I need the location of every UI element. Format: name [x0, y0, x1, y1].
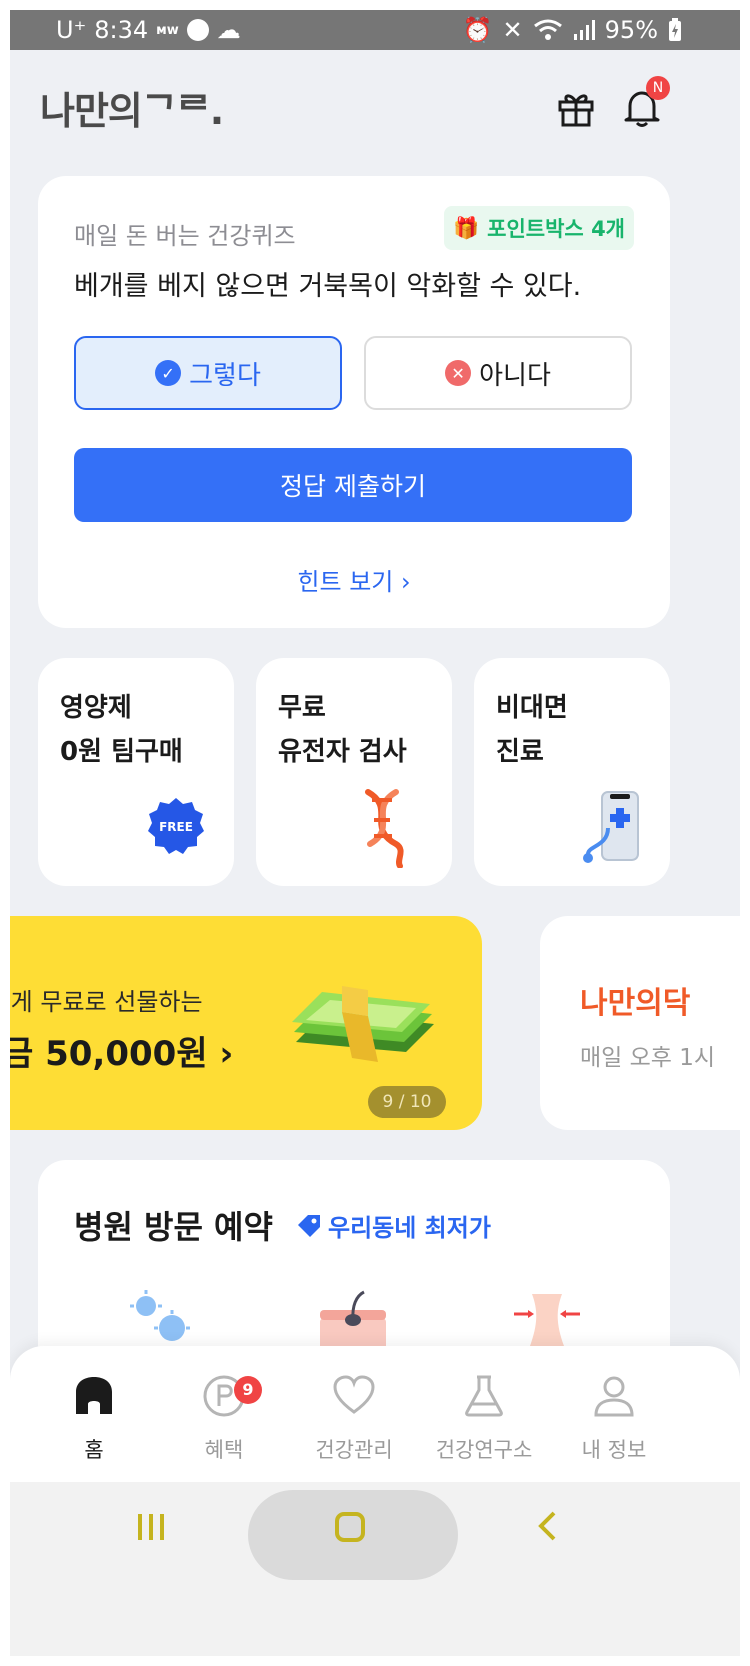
cloud-icon: ☁ — [216, 16, 241, 44]
point-box-label: 포인트박스 4개 — [487, 217, 625, 241]
heart-icon — [333, 1375, 375, 1414]
banner-subtitle: l게 무료로 선물하는 — [10, 988, 203, 1016]
nav-my-info-label: 내 정보 — [581, 1438, 647, 1462]
hint-link[interactable]: 힌트 보기 › — [38, 562, 670, 597]
banner2-subtitle: 매일 오후 1시 — [580, 1045, 716, 1071]
nav-my-info[interactable]: 내 정보 — [554, 1374, 674, 1464]
quiz-question: 베개를 베지 않으면 거북목이 악화할 수 있다. — [74, 271, 582, 302]
x-circle-icon: ✕ — [445, 360, 472, 386]
signal-icon — [573, 20, 595, 40]
recent-apps-icon[interactable] — [136, 1512, 166, 1542]
bottom-navigation: 홈 9 혜택 건강관리 건강연구소 내 정보 — [10, 1346, 740, 1482]
feature-title-line2: 진료 — [496, 737, 544, 767]
submit-answer-button[interactable]: 정답 제출하기 — [74, 448, 632, 522]
battery-icon — [669, 18, 681, 41]
promo-banner[interactable]: l게 무료로 선물하는 금 50,000원 › 9 / 10 — [10, 916, 482, 1130]
notification-badge: N — [646, 76, 670, 100]
dna-icon — [365, 789, 404, 868]
notification-dot-icon — [186, 19, 209, 41]
banner-title: 금 50,000원 › — [10, 1034, 234, 1074]
feature-card-supplements[interactable]: 영양제 0원 팀구매 FREE — [38, 658, 234, 886]
answer-yes-button[interactable]: ✓ 그렇다 — [74, 336, 342, 410]
gift-box-icon: 🎁 — [453, 215, 480, 240]
mute-icon: ✕ — [502, 16, 523, 44]
wifi-icon — [533, 19, 562, 40]
nav-home-label: 홈 — [84, 1438, 104, 1462]
home-button-icon[interactable] — [334, 1512, 366, 1542]
feature-title-line2: 0원 팀구매 — [60, 737, 183, 767]
nav-health-label: 건강관리 — [315, 1438, 393, 1462]
user-icon — [594, 1376, 634, 1417]
hospital-booking-title: 병원 방문 예약 — [74, 1208, 273, 1246]
price-tag-icon — [298, 1214, 320, 1237]
feature-card-genetic-test[interactable]: 무료 유전자 검사 — [256, 658, 452, 886]
flask-icon — [465, 1375, 503, 1417]
skin-hair-icon — [320, 1290, 386, 1350]
carrier-label: U⁺ — [56, 16, 87, 44]
nav-health[interactable]: 건강관리 — [294, 1374, 414, 1464]
nav-lab[interactable]: 건강연구소 — [424, 1374, 544, 1464]
feature-title-line1: 비대면 — [496, 693, 568, 723]
nav-home[interactable]: 홈 — [34, 1374, 154, 1464]
back-icon[interactable] — [536, 1510, 560, 1542]
app-logo: 나만의ᄀᄅ. — [40, 89, 224, 133]
home-icon — [76, 1377, 112, 1414]
answer-yes-label: 그렇다 — [189, 360, 261, 391]
lowest-price-tag[interactable]: 우리동네 최저가 — [296, 1208, 491, 1243]
banner-pager: 9 / 10 — [368, 1086, 446, 1118]
virus-icon — [130, 1290, 190, 1341]
battery-percent: 95% — [604, 16, 658, 44]
nav-lab-label: 건강연구소 — [435, 1438, 533, 1462]
system-navigation-bar — [10, 1482, 740, 1656]
mw-indicator: ᴍᴡ — [156, 22, 179, 38]
feature-title-line1: 무료 — [278, 693, 326, 723]
gift-icon[interactable] — [556, 88, 596, 128]
answer-no-label: 아니다 — [479, 360, 551, 391]
free-badge-icon: FREE — [148, 798, 204, 854]
clock: 8:34 — [94, 16, 149, 44]
feature-title-line2: 유전자 검사 — [278, 737, 407, 767]
status-bar: U⁺ 8:34 ᴍᴡ ☁ ⏰ ✕ 95% — [10, 10, 740, 50]
app-screen: U⁺ 8:34 ᴍᴡ ☁ ⏰ ✕ 95% 나만의ᄀᄅ. N 매일 돈 버는 건강… — [10, 10, 740, 1656]
health-quiz-card: 매일 돈 버는 건강퀴즈 🎁 포인트박스 4개 베개를 베지 않으면 거북목이 … — [38, 176, 670, 628]
point-box-badge: 🎁 포인트박스 4개 — [444, 206, 634, 250]
answer-no-button[interactable]: ✕ 아니다 — [364, 336, 632, 410]
check-circle-icon: ✓ — [155, 360, 182, 386]
benefits-count-badge: 9 — [234, 1376, 262, 1404]
nav-benefits-label: 혜택 — [204, 1438, 244, 1462]
nav-benefits[interactable]: 9 혜택 — [164, 1374, 284, 1464]
lowest-price-label: 우리동네 최저가 — [328, 1214, 491, 1242]
stethoscope-phone-icon — [583, 791, 639, 863]
feature-title-line1: 영양제 — [60, 693, 132, 723]
free-badge-text: FREE — [159, 820, 193, 834]
quiz-label: 매일 돈 버는 건강퀴즈 — [74, 222, 296, 250]
body-shape-icon — [514, 1294, 580, 1346]
feature-card-telemedicine[interactable]: 비대면 진료 — [474, 658, 670, 886]
alarm-icon: ⏰ — [462, 16, 493, 44]
banner2-title: 나만의닥 — [580, 986, 691, 1021]
promo-banner-next[interactable]: 나만의닥 매일 오후 1시 — [540, 916, 740, 1130]
money-stack-icon — [292, 986, 434, 1062]
